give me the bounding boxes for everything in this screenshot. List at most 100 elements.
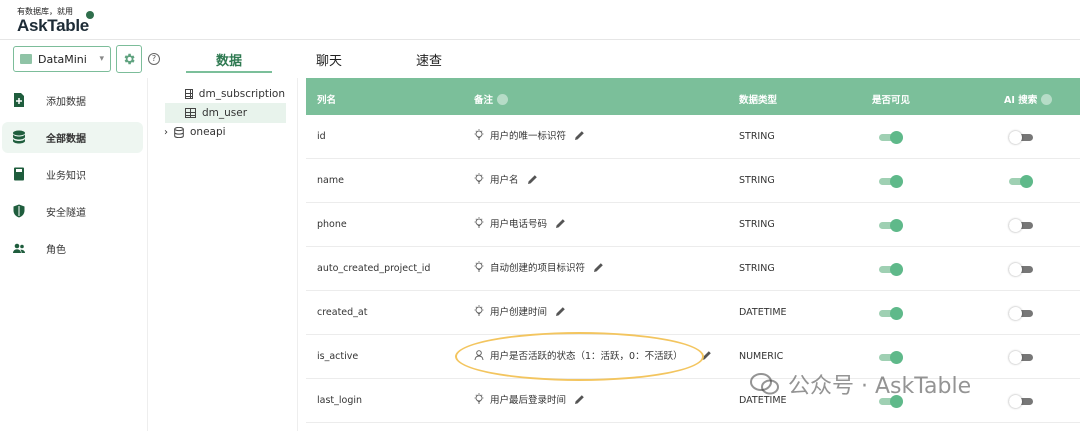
note-text: 用户电话号码 [490, 219, 548, 230]
tree-item-dm-subscription[interactable]: dm_subscription [185, 86, 285, 102]
data-type: STRING [739, 263, 775, 274]
note-cell: 用户创建时间 [474, 304, 566, 318]
data-type: STRING [739, 131, 775, 142]
note-text: 自动创建的项目标识符 [490, 263, 586, 274]
folder-icon [20, 54, 32, 64]
wechat-icon [750, 373, 779, 395]
edit-pencil-icon[interactable] [547, 218, 566, 229]
database-icon [13, 130, 25, 144]
data-type: STRING [739, 175, 775, 186]
bulb-icon [474, 129, 490, 141]
bulb-icon [474, 217, 490, 229]
tree-item-oneapi[interactable]: › oneapi [164, 124, 226, 140]
note-cell: 用户电话号码 [474, 216, 566, 230]
users-icon [13, 243, 25, 253]
visible-toggle[interactable] [879, 175, 905, 188]
note-cell: 自动创建的项目标识符 [474, 260, 604, 274]
header-ai-search: AI 搜索 [1004, 92, 1053, 106]
shield-icon [13, 204, 25, 218]
tree-item-label: dm_subscription [198, 88, 285, 100]
sidebar-item-secure-tunnel[interactable]: 安全隧道 [2, 196, 143, 227]
table-row: name 用户名 STRING [306, 159, 1080, 203]
column-name: auto_created_project_id [317, 263, 431, 274]
visible-toggle[interactable] [879, 131, 905, 144]
table-tree: dm_subscription dm_user › oneapi [148, 78, 298, 431]
header-note-label: 备注 [474, 95, 494, 106]
ai-search-toggle[interactable] [1009, 307, 1035, 320]
info-icon[interactable] [497, 94, 509, 105]
column-name: id [317, 131, 326, 142]
logo-dot-icon [85, 11, 94, 19]
ai-search-toggle[interactable] [1009, 395, 1035, 408]
column-name: created_at [317, 307, 368, 318]
edit-pencil-icon[interactable] [585, 262, 604, 273]
ai-search-toggle[interactable] [1009, 263, 1035, 276]
visible-toggle[interactable] [879, 263, 905, 276]
column-name: name [317, 175, 344, 186]
note-text: 用户的唯一标识符 [490, 131, 567, 142]
note-text: 用户创建时间 [490, 307, 548, 318]
datasource-value: DataMini [38, 52, 87, 66]
bulb-icon [474, 173, 490, 185]
column-name: phone [317, 219, 347, 230]
logo-name: AskTable [17, 16, 89, 35]
tree-item-label: oneapi [190, 126, 226, 138]
tab-chat[interactable]: 聊天 [300, 50, 358, 69]
data-type: NUMERIC [739, 351, 784, 362]
edit-pencil-icon[interactable] [566, 394, 585, 405]
header-note: 备注 [474, 92, 509, 106]
tab-quick-lookup[interactable]: 速查 [400, 50, 458, 69]
sidebar-item-label: 安全隧道 [46, 208, 86, 219]
bulb-icon [474, 393, 490, 405]
sidebar-item-label: 业务知识 [46, 171, 86, 182]
header-data-type: 数据类型 [739, 95, 778, 106]
bulb-icon [474, 261, 490, 273]
visible-toggle[interactable] [879, 351, 905, 364]
app-logo[interactable]: 有数据库，就用 AskTable [17, 7, 97, 35]
sidebar-item-label: 全部数据 [46, 134, 86, 145]
table-row: auto_created_project_id 自动创建的项目标识符 STRING [306, 247, 1080, 291]
note-text: 用户最后登录时间 [490, 395, 567, 406]
book-icon [14, 167, 24, 181]
table-header: 列名 备注 数据类型 是否可见 AI 搜索 [306, 78, 1080, 115]
edit-pencil-icon[interactable] [519, 174, 538, 185]
tree-item-dm-user[interactable]: dm_user [165, 103, 286, 123]
column-name: last_login [317, 395, 363, 406]
watermark: 公众号 · AskTable [750, 368, 971, 400]
data-type: DATETIME [739, 307, 787, 318]
header-visible: 是否可见 [872, 95, 911, 106]
ai-search-toggle[interactable] [1009, 131, 1035, 144]
top-bar: 有数据库，就用 AskTable [0, 0, 1080, 40]
settings-button[interactable] [116, 45, 142, 73]
sidebar-item-add-data[interactable]: 添加数据 [2, 85, 143, 116]
sidebar-item-all-data[interactable]: 全部数据 [2, 122, 143, 153]
toolbar: DataMini ▾ ? 数据 聊天 速查 [0, 40, 1080, 78]
help-icon[interactable]: ? [148, 53, 160, 65]
column-name: is_active [317, 351, 359, 362]
database-icon [174, 126, 184, 138]
chevron-down-icon: ▾ [99, 54, 104, 64]
info-icon[interactable] [1041, 94, 1053, 105]
tree-item-label: dm_user [202, 107, 248, 119]
bulb-icon [474, 305, 490, 317]
logo-tagline: 有数据库，就用 [17, 7, 73, 16]
edit-pencil-icon[interactable] [547, 306, 566, 317]
edit-pencil-icon[interactable] [566, 130, 585, 141]
tab-data[interactable]: 数据 [186, 50, 272, 69]
ai-search-toggle[interactable] [1009, 351, 1035, 364]
sidebar-item-roles[interactable]: 角色 [2, 233, 143, 264]
sidebar-item-business-knowledge[interactable]: 业务知识 [2, 159, 143, 190]
ai-search-toggle[interactable] [1009, 175, 1035, 188]
table-row: id 用户的唯一标识符 STRING [306, 115, 1080, 159]
ai-search-toggle[interactable] [1009, 219, 1035, 232]
sidebar-item-label: 添加数据 [46, 97, 86, 108]
active-tab-indicator [186, 71, 272, 73]
visible-toggle[interactable] [879, 219, 905, 232]
note-cell: 用户名 [474, 172, 538, 186]
note-text: 用户名 [490, 175, 519, 186]
header-ai-label: AI 搜索 [1004, 95, 1038, 106]
highlight-annotation [455, 332, 704, 381]
visible-toggle[interactable] [879, 307, 905, 320]
datasource-select[interactable]: DataMini ▾ [13, 46, 111, 72]
watermark-text: 公众号 · AskTable [788, 374, 972, 399]
